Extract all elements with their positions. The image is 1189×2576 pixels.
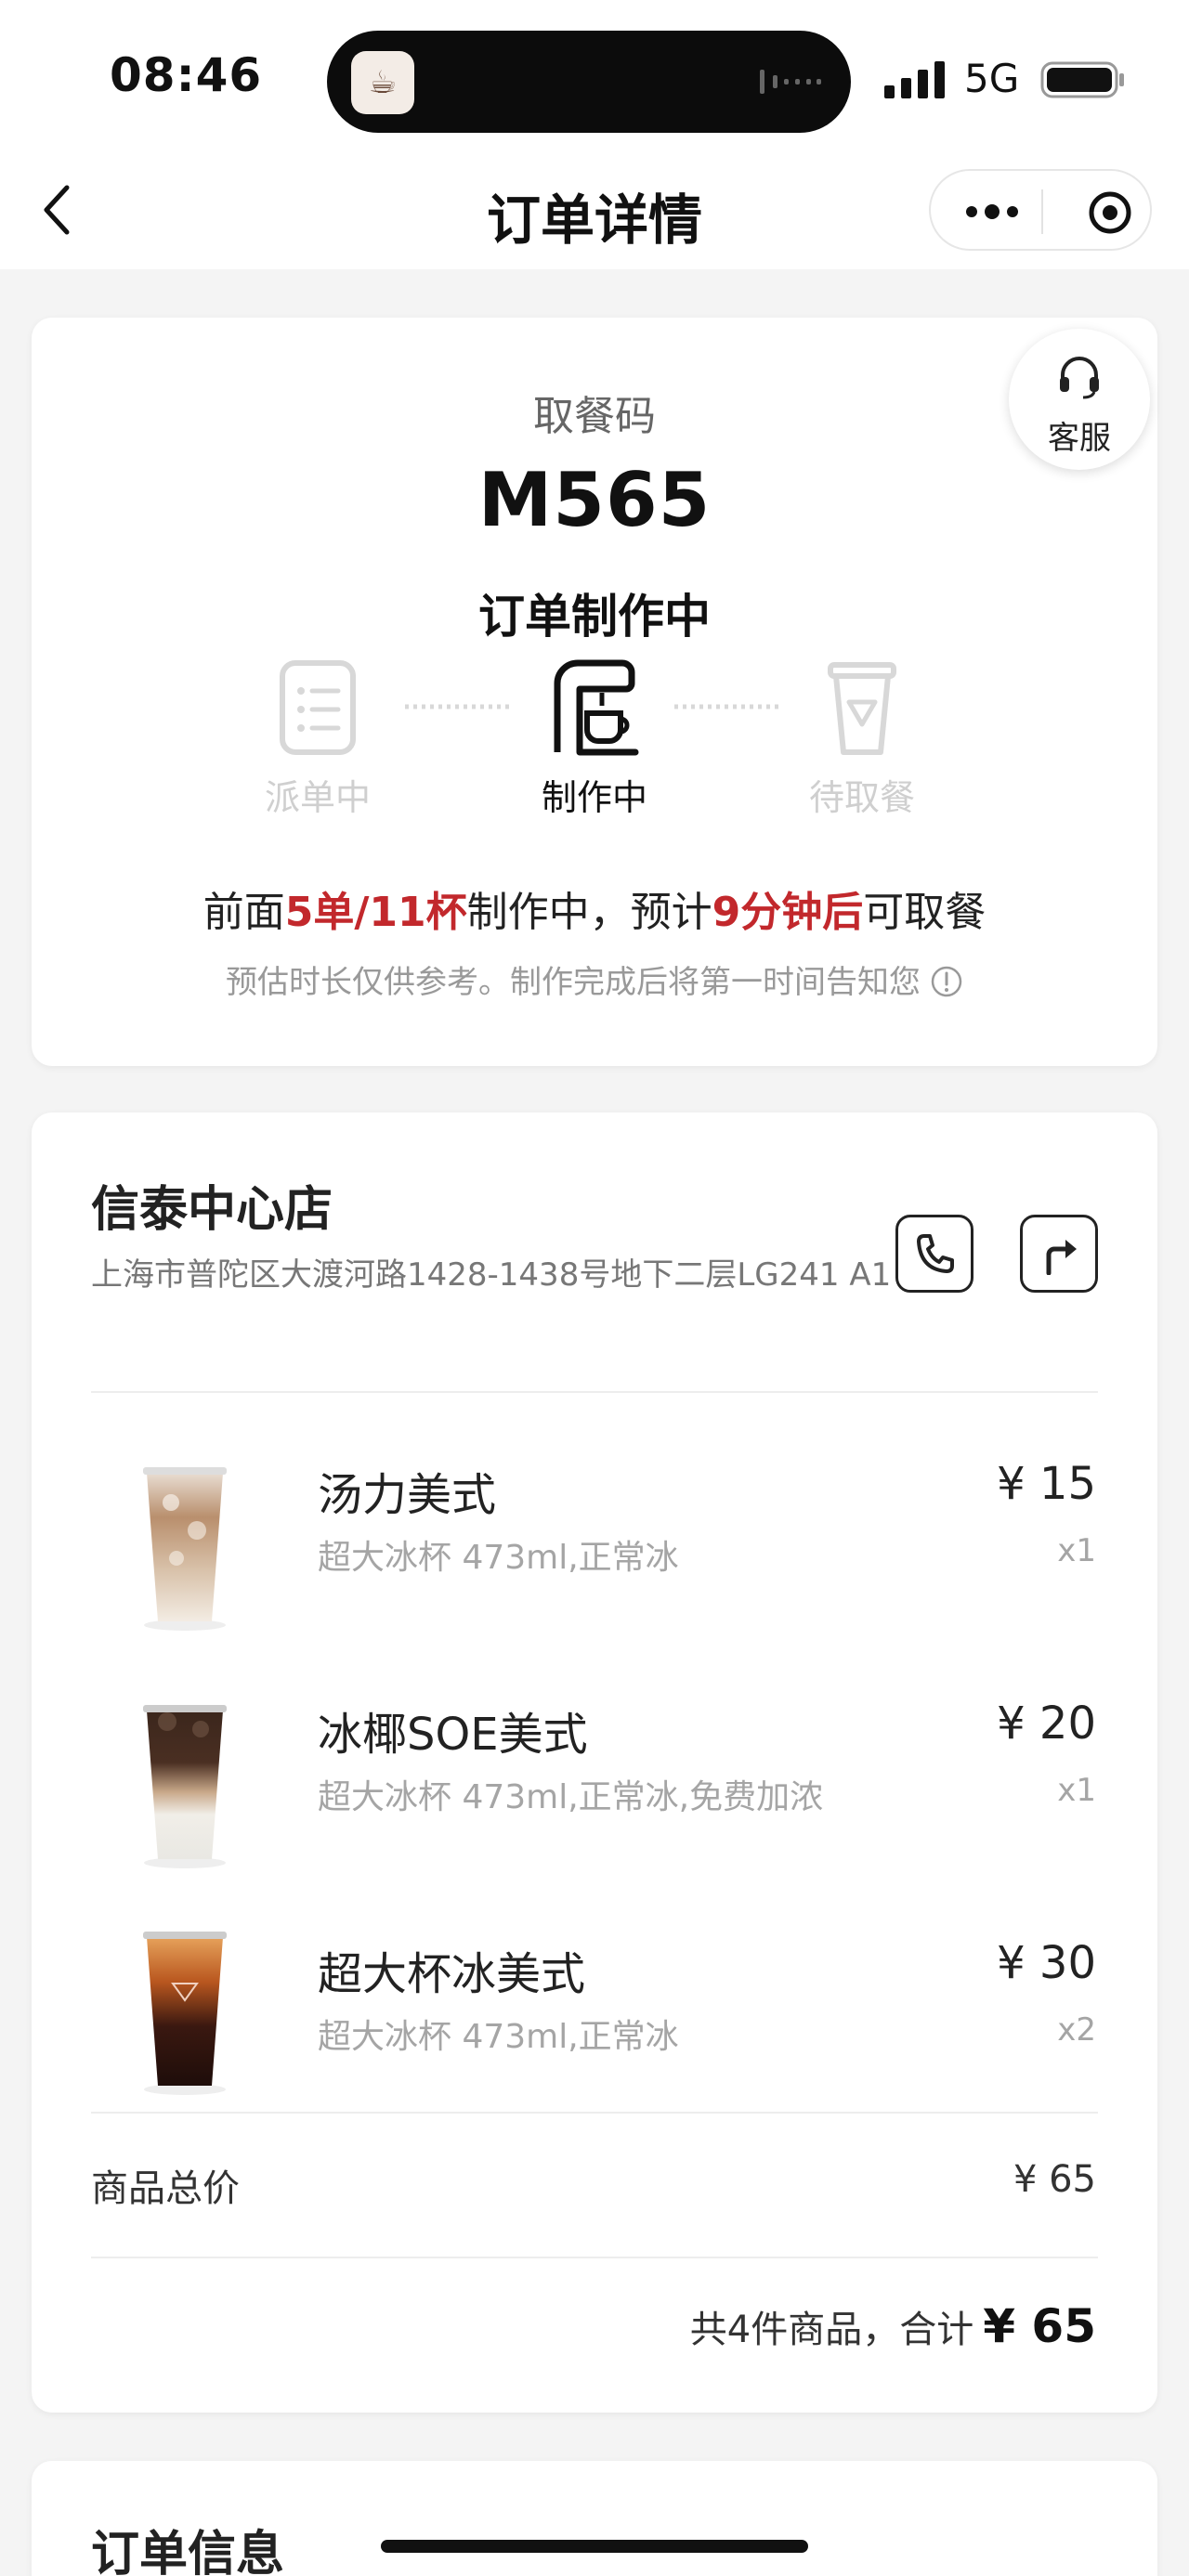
item-price: ¥ 15	[997, 1458, 1096, 1510]
coffee-machine-icon	[554, 659, 639, 756]
pickup-code-label: 取餐码	[533, 393, 656, 440]
coconut-soe-americano-image	[143, 1705, 227, 1868]
item-spec: 超大冰杯 473ml,正常冰	[318, 1539, 679, 1577]
item-name: 超大杯冰美式	[318, 1948, 586, 2000]
item-spec: 超大冰杯 473ml,正常冰	[318, 2018, 679, 2056]
item-spec: 超大冰杯 473ml,正常冰,免费加浓	[318, 1778, 824, 1816]
queue-estimate: 前面5单/11杯制作中，预计9分钟后可取餐	[32, 878, 1157, 938]
item-price: ¥ 20	[997, 1698, 1096, 1750]
step-pickup-label: 待取餐	[808, 777, 915, 818]
item-name: 汤力美式	[318, 1469, 497, 1521]
divider	[91, 2257, 1098, 2258]
store-address: 上海市普陀区大渡河路1428-1438号地下二层LG241 A1	[91, 1256, 892, 1294]
mini-program-capsule	[929, 169, 1152, 251]
network-type: 5G	[964, 56, 1020, 101]
progress-connector	[405, 704, 513, 709]
takeaway-cup-icon	[828, 662, 896, 755]
top-bar: 08:46 ☕ 5G 订单详情	[0, 0, 1189, 269]
dispatch-list-icon	[280, 660, 356, 755]
total-amount: ¥ 65	[983, 2299, 1096, 2353]
queue-orders-count: 5单/11杯	[284, 889, 467, 936]
battery-icon	[1040, 61, 1124, 98]
close-mini-program-icon[interactable]	[1087, 189, 1133, 236]
item-quantity: x1	[1057, 1532, 1096, 1569]
call-store-button[interactable]	[895, 1215, 973, 1293]
progress-connector	[674, 704, 782, 709]
queue-eta: 9分钟后	[712, 889, 864, 936]
queue-prefix: 前面	[203, 889, 285, 936]
phone-icon	[917, 1234, 954, 1273]
order-items-card: 信泰中心店 上海市普陀区大渡河路1428-1438号地下二层LG241 A1 汤…	[32, 1112, 1157, 2413]
order-info-card: 订单信息	[32, 2461, 1157, 2576]
iced-americano-image	[143, 1932, 227, 2095]
order-status-card: 取餐码 M565 订单制作中 客服 派单中 制作中 待取餐 前面5单/11杯制作…	[32, 318, 1157, 1066]
customer-service-button[interactable]: 客服	[1009, 329, 1150, 470]
tonic-americano-image	[143, 1467, 227, 1631]
audio-wave-icon	[760, 70, 821, 94]
capsule-divider	[1041, 189, 1043, 234]
step-making-label: 制作中	[541, 777, 647, 818]
queue-suffix: 可取餐	[863, 889, 986, 936]
estimate-note-text: 预估时长仅供参考。制作完成后将第一时间告知您	[226, 964, 921, 1001]
queue-middle: 制作中，预计	[466, 889, 712, 936]
item-name: 冰椰SOE美式	[318, 1709, 588, 1761]
more-icon[interactable]	[964, 202, 1020, 221]
directions-icon	[1046, 1240, 1077, 1275]
estimate-note: 预估时长仅供参考。制作完成后将第一时间告知您	[32, 956, 1157, 1002]
app-activity-icon: ☕	[351, 51, 414, 114]
home-indicator[interactable]	[381, 2540, 808, 2553]
order-total: 共4件商品，合计 ¥ 65	[690, 2299, 1096, 2353]
subtotal-label: 商品总价	[91, 2167, 240, 2210]
order-status-title: 订单制作中	[478, 590, 711, 644]
subtotal-value: ¥ 65	[1013, 2158, 1096, 2201]
order-detail-page: 08:46 ☕ 5G 订单详情 取餐码 M565 订单制作中 客服 派单中 制作…	[0, 0, 1189, 2576]
cellular-signal-icon	[884, 61, 945, 98]
status-time: 08:46	[110, 48, 263, 102]
divider	[91, 1391, 1098, 1393]
item-quantity: x2	[1057, 2011, 1096, 2049]
order-info-title: 订单信息	[91, 2527, 285, 2576]
total-text: 共4件商品，合计	[689, 2309, 974, 2351]
pickup-code: M565	[477, 457, 712, 543]
item-quantity: x1	[1057, 1772, 1096, 1809]
item-price: ¥ 30	[997, 1937, 1096, 1989]
headset-icon	[1060, 357, 1099, 399]
dynamic-island[interactable]: ☕	[327, 31, 851, 133]
store-name: 信泰中心店	[91, 1182, 333, 1238]
customer-service-label: 客服	[1048, 420, 1111, 457]
navigate-store-button[interactable]	[1020, 1215, 1098, 1293]
divider	[91, 2112, 1098, 2114]
info-icon[interactable]	[930, 965, 963, 998]
step-dispatch-label: 派单中	[264, 777, 371, 818]
